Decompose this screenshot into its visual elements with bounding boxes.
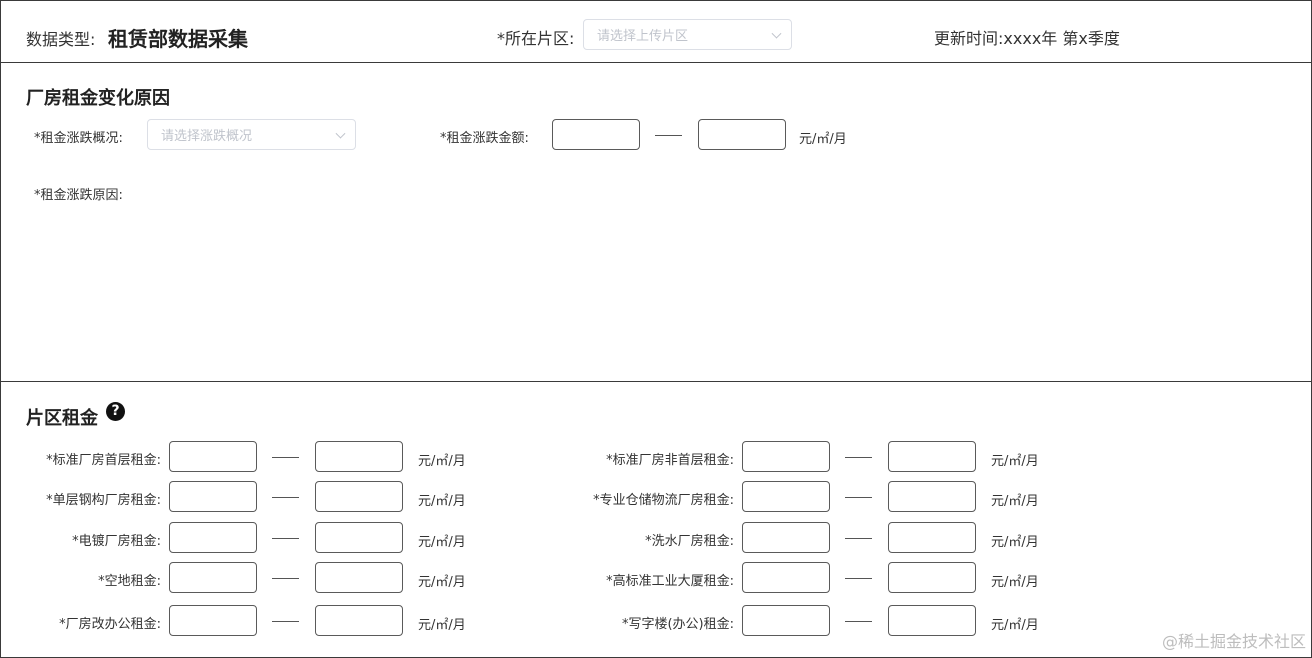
rent-min-input[interactable] (742, 441, 830, 472)
rent-min-input[interactable] (742, 605, 830, 636)
rent-label: *标准厂房非首层租金: (606, 453, 734, 468)
chevron-down-icon (771, 28, 782, 39)
rent-label: *写字楼(办公)租金: (621, 617, 734, 632)
watermark: @稀土掘金技术社区 (1161, 632, 1306, 651)
area-label: *所在片区: (497, 29, 575, 48)
rent-min-input[interactable] (169, 481, 257, 512)
rent-unit: 元/㎡/月 (418, 575, 466, 590)
amount-min-input[interactable] (552, 119, 640, 150)
rent-min-input[interactable] (742, 481, 830, 512)
question-circle-icon[interactable]: ? (106, 402, 125, 421)
rent-unit: 元/㎡/月 (991, 618, 1039, 633)
range-dash (272, 621, 299, 622)
rent-max-input[interactable] (888, 605, 976, 636)
rent-max-input[interactable] (315, 441, 403, 472)
range-dash (655, 135, 682, 136)
rent-unit: 元/㎡/月 (418, 494, 466, 509)
section-title-rent: 片区租金 (26, 408, 98, 429)
rent-unit: 元/㎡/月 (991, 494, 1039, 509)
rent-min-input[interactable] (169, 441, 257, 472)
trend-label: *租金涨跌概况: (34, 131, 123, 146)
header-divider (0, 62, 1312, 63)
rent-unit: 元/㎡/月 (991, 454, 1039, 469)
amount-unit: 元/㎡/月 (799, 132, 847, 147)
range-dash (272, 457, 299, 458)
data-type-label: 数据类型: (26, 30, 96, 49)
rent-max-input[interactable] (315, 481, 403, 512)
rent-unit: 元/㎡/月 (991, 535, 1039, 550)
rent-max-input[interactable] (888, 522, 976, 553)
trend-select[interactable]: 请选择涨跌概况 (147, 119, 356, 150)
range-dash (845, 457, 872, 458)
rent-min-input[interactable] (742, 522, 830, 553)
rent-min-input[interactable] (169, 562, 257, 593)
area-select[interactable]: 请选择上传片区 (583, 19, 792, 50)
reason-label: *租金涨跌原因: (34, 188, 123, 203)
area-select-placeholder: 请选择上传片区 (597, 29, 689, 44)
update-time: 更新时间: xxxx年 第x季度 (934, 25, 1120, 49)
trend-select-placeholder: 请选择涨跌概况 (161, 129, 253, 144)
rent-max-input[interactable] (315, 605, 403, 636)
update-time-label: 更新时间: (934, 29, 1004, 48)
rent-max-input[interactable] (888, 562, 976, 593)
rent-label: *专业仓储物流厂房租金: (593, 493, 734, 508)
chevron-down-icon (335, 128, 346, 139)
rent-unit: 元/㎡/月 (991, 575, 1039, 590)
range-dash (272, 538, 299, 539)
rent-unit: 元/㎡/月 (418, 535, 466, 550)
range-dash (845, 578, 872, 579)
section-title-change: 厂房租金变化原因 (26, 88, 170, 109)
rent-max-input[interactable] (888, 481, 976, 512)
amount-label: *租金涨跌金额: (440, 131, 529, 146)
amount-max-input[interactable] (698, 119, 786, 150)
rent-label: *空地租金: (98, 574, 161, 589)
range-dash (845, 538, 872, 539)
rent-max-input[interactable] (315, 522, 403, 553)
rent-min-input[interactable] (742, 562, 830, 593)
data-type-value: 租赁部数据采集 (108, 27, 248, 51)
range-dash (845, 497, 872, 498)
range-dash (272, 578, 299, 579)
range-dash (272, 497, 299, 498)
form-frame (0, 0, 1312, 658)
rent-unit: 元/㎡/月 (418, 454, 466, 469)
rent-label: *单层钢构厂房租金: (46, 493, 161, 508)
rent-label: *电镀厂房租金: (72, 534, 161, 549)
section-divider (0, 381, 1312, 382)
rent-max-input[interactable] (315, 562, 403, 593)
rent-min-input[interactable] (169, 522, 257, 553)
rent-label: *高标准工业大厦租金: (606, 574, 734, 589)
rent-min-input[interactable] (169, 605, 257, 636)
rent-max-input[interactable] (888, 441, 976, 472)
update-time-value: xxxx年 第x季度 (1003, 29, 1120, 48)
rent-label: *洗水厂房租金: (645, 534, 734, 549)
rent-unit: 元/㎡/月 (418, 618, 466, 633)
rent-label: *标准厂房首层租金: (46, 453, 161, 468)
range-dash (845, 621, 872, 622)
rent-label: *厂房改办公租金: (59, 617, 161, 632)
